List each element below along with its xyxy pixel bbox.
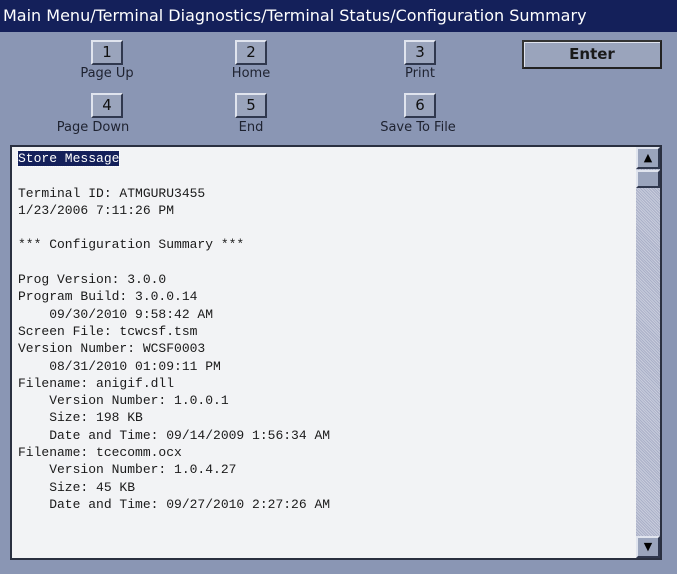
text-line: Size: 45 KB	[18, 479, 136, 495]
save-to-file-label: Save To File	[380, 120, 456, 135]
text-line	[18, 219, 330, 236]
text-line: Version Number: 1.0.4.27	[18, 462, 237, 478]
text-line: Terminal ID: ATMGURU3455	[18, 185, 206, 201]
window-title: Main Menu/Terminal Diagnostics/Terminal …	[0, 0, 677, 32]
arrow-down-icon[interactable]: ▼	[636, 536, 660, 558]
text-line: 1/23/2006 7:11:26 PM	[18, 202, 175, 218]
save-to-file-button[interactable]: 6	[404, 93, 436, 118]
text-line: *** Configuration Summary ***	[18, 237, 245, 253]
text-content: Store Message Terminal ID: ATMGURU3455 1/…	[16, 150, 331, 513]
text-line	[18, 167, 330, 184]
home-button[interactable]: 2	[235, 40, 267, 65]
text-line: Filename: tcecomm.ocx	[18, 445, 182, 461]
page-up-button[interactable]: 1	[91, 40, 123, 65]
vertical-scrollbar[interactable]: ▲ ▼	[636, 147, 660, 558]
print-button[interactable]: 3	[404, 40, 436, 65]
text-line: Date and Time: 09/27/2010 2:27:26 AM	[18, 496, 331, 512]
print-label: Print	[405, 66, 435, 81]
end-button[interactable]: 5	[235, 93, 267, 118]
page-up-label: Page Up	[80, 66, 134, 81]
page-down-label: Page Down	[56, 120, 130, 135]
end-label: End	[238, 120, 264, 135]
text-line: Filename: anigif.dll	[18, 375, 175, 391]
config-summary-textbox[interactable]: Store Message Terminal ID: ATMGURU3455 1/…	[10, 145, 662, 560]
text-line: 09/30/2010 9:58:42 AM	[18, 306, 214, 322]
text-line: Date and Time: 09/14/2009 1:56:34 AM	[18, 427, 331, 443]
text-line: Prog Version: 3.0.0	[18, 272, 167, 288]
text-line: Program Build: 3.0.0.14	[18, 289, 198, 305]
enter-button[interactable]: Enter	[522, 40, 662, 69]
text-line: 08/31/2010 01:09:11 PM	[18, 358, 221, 374]
text-line	[18, 254, 330, 271]
text-line: Screen File: tcwcsf.tsm	[18, 323, 198, 339]
home-label: Home	[231, 66, 271, 81]
scroll-thumb[interactable]	[636, 170, 660, 188]
text-line: Version Number: WCSF0003	[18, 341, 206, 357]
arrow-up-icon[interactable]: ▲	[636, 147, 660, 169]
text-line: Version Number: 1.0.0.1	[18, 393, 229, 409]
selected-line: Store Message	[16, 150, 121, 167]
page-down-button[interactable]: 4	[91, 93, 123, 118]
text-line: Size: 198 KB	[18, 410, 143, 426]
